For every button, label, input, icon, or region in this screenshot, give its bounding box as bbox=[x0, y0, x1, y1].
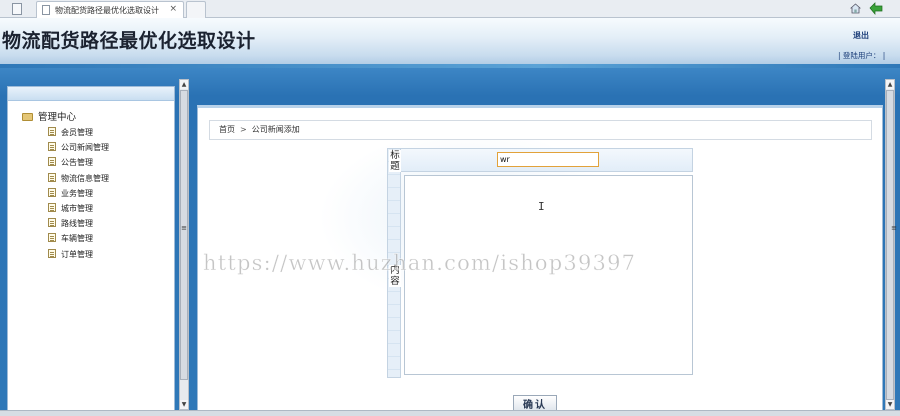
new-tab-button[interactable] bbox=[186, 1, 206, 18]
sidebar-item-member-management[interactable]: 会员管理 bbox=[48, 125, 109, 140]
status-bar bbox=[0, 410, 900, 416]
tree-root-label: 管理中心 bbox=[38, 112, 77, 123]
home-icon[interactable] bbox=[850, 3, 861, 14]
document-icon bbox=[48, 127, 56, 136]
sidebar-item-label: 会员管理 bbox=[61, 128, 93, 137]
tab-title: 物流配货路径最优化选取设计 bbox=[55, 6, 159, 15]
sidebar-item-business-management[interactable]: 业务管理 bbox=[48, 186, 109, 201]
sidebar-header bbox=[8, 87, 174, 101]
watermark: https://www.huzhan.com/ishop39397 bbox=[203, 251, 637, 275]
scroll-down-icon[interactable]: ▼ bbox=[180, 400, 188, 409]
sidebar-item-label: 城市管理 bbox=[61, 203, 93, 213]
title-input[interactable] bbox=[497, 152, 599, 167]
logout-link[interactable]: 退出 bbox=[853, 30, 869, 41]
title-label: 标题 bbox=[389, 150, 401, 172]
document-icon bbox=[48, 202, 56, 212]
document-icon bbox=[48, 172, 56, 182]
sidebar-item-order-management[interactable]: 订单管理 bbox=[48, 247, 109, 262]
sidebar: 管理中心 会员管理 公司新闻管理 公告管理 物流信息管理 业务管理 城市管理 路… bbox=[7, 86, 175, 414]
sidebar-item-logistics-info-management[interactable]: 物流信息管理 bbox=[48, 171, 109, 186]
sidebar-item-label: 路线管理 bbox=[61, 219, 93, 229]
sidebar-item-label: 业务管理 bbox=[61, 188, 93, 198]
sidebar-item-label: 物流信息管理 bbox=[61, 173, 109, 183]
browser-tab-bar: 物流配货路径最优化选取设计 × bbox=[0, 0, 900, 18]
back-arrow-icon[interactable] bbox=[869, 2, 883, 15]
document-icon bbox=[48, 187, 56, 197]
site-title: 物流配货路径最优化选取设计 bbox=[2, 30, 256, 52]
document-icon bbox=[42, 5, 50, 15]
breadcrumb-current: 公司新闻添加 bbox=[251, 125, 300, 134]
scroll-up-icon[interactable]: ▲ bbox=[886, 80, 894, 89]
title-row bbox=[401, 148, 693, 172]
close-icon[interactable]: × bbox=[169, 4, 177, 14]
tree-root-admin-center[interactable]: 管理中心 bbox=[22, 109, 76, 123]
document-icon bbox=[48, 142, 56, 152]
scroll-down-icon[interactable]: ▼ bbox=[886, 400, 894, 409]
content-editor[interactable] bbox=[404, 175, 693, 375]
page-icon[interactable] bbox=[12, 3, 22, 15]
document-icon bbox=[48, 248, 56, 258]
breadcrumb-separator: > bbox=[240, 125, 247, 134]
sidebar-item-label: 公告管理 bbox=[61, 158, 93, 168]
sidebar-scrollbar[interactable]: ▲ ▼ bbox=[179, 79, 189, 410]
text-cursor-icon: I bbox=[538, 200, 545, 213]
sidebar-item-label: 公司新闻管理 bbox=[61, 143, 109, 153]
folder-open-icon bbox=[22, 113, 33, 121]
document-icon bbox=[48, 233, 56, 243]
sidebar-item-label: 订单管理 bbox=[61, 249, 93, 259]
breadcrumb: 首页 > 公司新闻添加 bbox=[209, 120, 872, 140]
sidebar-item-announcement-management[interactable]: 公告管理 bbox=[48, 155, 109, 170]
splitter-handle[interactable]: ≡ bbox=[890, 218, 898, 238]
document-icon bbox=[48, 218, 56, 228]
document-icon bbox=[48, 157, 56, 167]
breadcrumb-home[interactable]: 首页 bbox=[219, 125, 235, 134]
sidebar-item-vehicle-management[interactable]: 车辆管理 bbox=[48, 231, 109, 246]
browser-tab[interactable]: 物流配货路径最优化选取设计 × bbox=[36, 1, 184, 18]
sidebar-item-label: 车辆管理 bbox=[61, 234, 93, 244]
sidebar-item-city-management[interactable]: 城市管理 bbox=[48, 201, 109, 216]
site-header: 物流配货路径最优化选取设计 退出 | 登陆用户： | bbox=[0, 18, 900, 68]
sidebar-item-company-news-management[interactable]: 公司新闻管理 bbox=[48, 140, 109, 155]
scroll-up-icon[interactable]: ▲ bbox=[180, 80, 188, 89]
scrollbar-thumb[interactable] bbox=[886, 90, 894, 400]
sidebar-item-route-management[interactable]: 路线管理 bbox=[48, 216, 109, 231]
content-scrollbar[interactable]: ▲ ▼ bbox=[885, 79, 895, 410]
splitter-handle[interactable]: ≡ bbox=[180, 218, 188, 238]
login-user-label: | 登陆用户： | bbox=[838, 51, 886, 60]
menu-tree: 会员管理 公司新闻管理 公告管理 物流信息管理 业务管理 城市管理 路线管理 车… bbox=[48, 125, 109, 262]
